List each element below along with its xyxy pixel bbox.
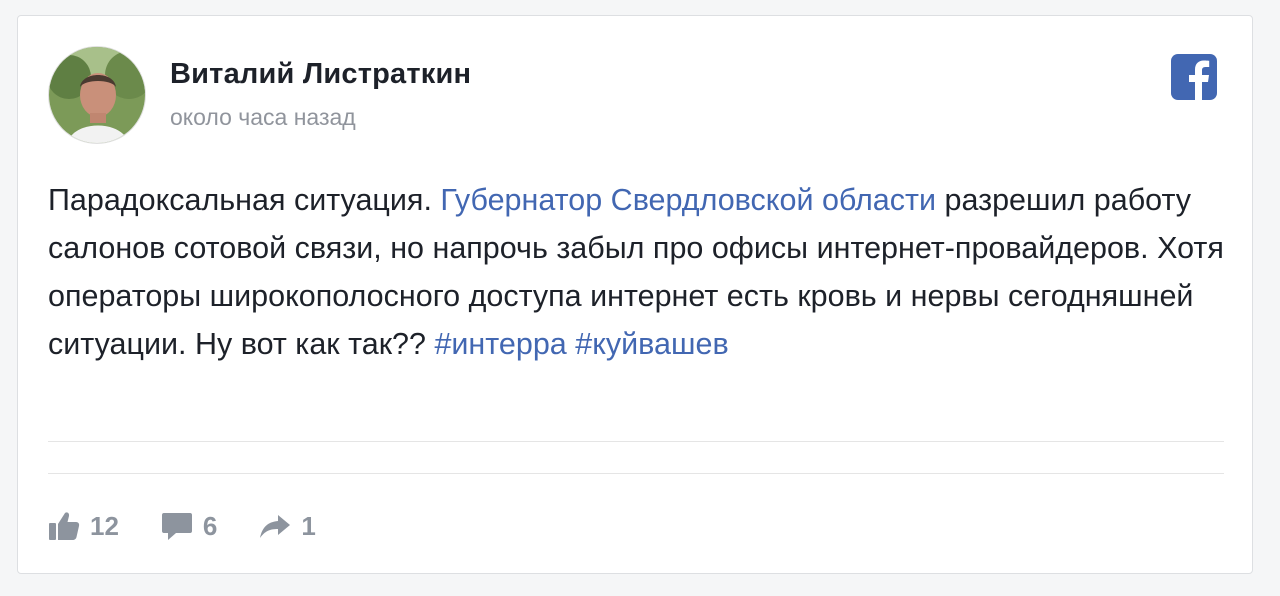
like-count: 12: [90, 510, 119, 541]
divider: [48, 473, 1224, 474]
comment-button[interactable]: 6: [161, 511, 217, 542]
hashtag-link[interactable]: #куйвашев: [575, 327, 728, 361]
facebook-icon[interactable]: [1171, 54, 1217, 100]
comment-icon: [161, 513, 192, 540]
hashtag-link[interactable]: #интерра: [434, 327, 566, 361]
avatar-photo: [49, 47, 145, 143]
post-card: Виталий Листраткин около часа назад Пара…: [17, 15, 1253, 574]
share-button[interactable]: 1: [259, 510, 316, 542]
like-button[interactable]: 12: [48, 511, 119, 542]
share-arrow-icon: [260, 515, 291, 538]
post-timestamp[interactable]: около часа назад: [170, 104, 356, 131]
post-actions: 12 6 1: [48, 506, 358, 546]
post-text-intro: Парадоксальная ситуация.: [48, 183, 441, 217]
avatar[interactable]: [48, 46, 146, 144]
comment-count: 6: [202, 510, 218, 541]
divider: [48, 441, 1224, 442]
thumbs-up-icon: [49, 512, 80, 540]
author-name[interactable]: Виталий Листраткин: [170, 58, 471, 91]
post-body: Парадоксальная ситуация. Губернатор Свер…: [48, 176, 1228, 368]
governor-link[interactable]: Губернатор Свердловской области: [440, 183, 936, 217]
share-count: 1: [301, 510, 316, 541]
